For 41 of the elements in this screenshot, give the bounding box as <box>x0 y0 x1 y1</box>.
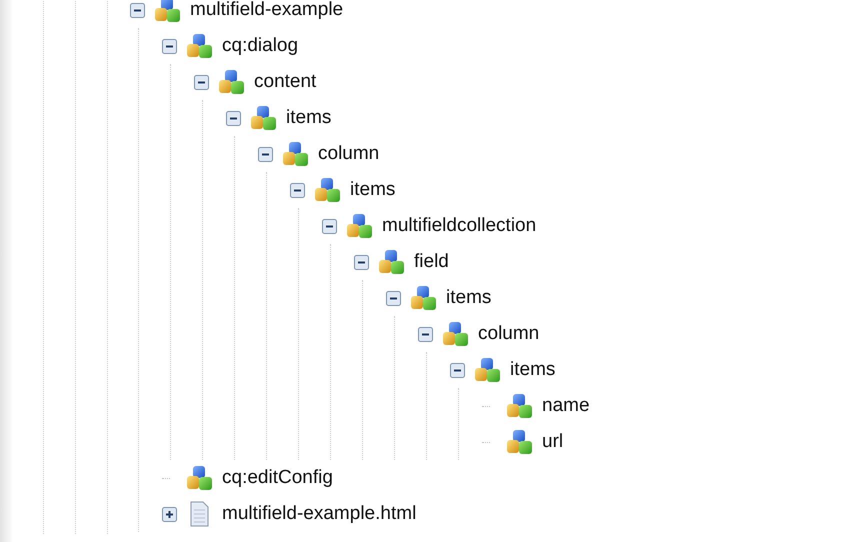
cubes-icon <box>185 33 213 59</box>
expand-toggle[interactable] <box>194 74 209 90</box>
cubes-icon <box>441 321 469 347</box>
tree-item-label[interactable]: multifield-example.html <box>222 503 416 525</box>
tree-item-label[interactable]: items <box>510 359 556 381</box>
cubes-icon <box>281 141 309 167</box>
expand-toggle[interactable] <box>162 506 177 522</box>
expand-toggle[interactable] <box>418 326 433 342</box>
tree-item-label[interactable]: content <box>254 71 316 93</box>
cubes-icon <box>505 429 533 455</box>
expand-toggle[interactable] <box>386 290 401 306</box>
tree-item-label[interactable]: items <box>446 287 492 309</box>
expand-toggle[interactable] <box>130 2 145 18</box>
expand-toggle[interactable] <box>258 146 273 162</box>
expand-toggle[interactable] <box>226 110 241 126</box>
cubes-icon <box>505 393 533 419</box>
tree-item-label[interactable]: items <box>350 179 396 201</box>
cubes-icon <box>345 213 373 239</box>
cubes-icon <box>185 465 213 491</box>
tree-item-label[interactable]: multifieldcollection <box>382 215 536 237</box>
tree-item-label[interactable]: column <box>478 323 540 345</box>
tree-item-label[interactable]: url <box>542 431 564 453</box>
cubes-icon <box>153 0 181 23</box>
tree-item-label[interactable]: cq:editConfig <box>222 467 333 489</box>
tree-item-label[interactable]: field <box>414 251 449 273</box>
tree-item-label[interactable]: multifield-example <box>190 0 344 21</box>
cubes-icon <box>249 105 277 131</box>
cubes-icon <box>409 285 437 311</box>
expand-toggle[interactable] <box>162 38 177 54</box>
cubes-icon <box>473 357 501 383</box>
tree-item-label[interactable]: items <box>286 107 332 129</box>
expand-toggle[interactable] <box>322 218 337 234</box>
expand-toggle[interactable] <box>290 182 305 198</box>
expand-toggle[interactable] <box>450 362 465 378</box>
tree-item-label[interactable]: name <box>542 395 590 417</box>
cubes-icon <box>217 69 245 95</box>
cubes-icon <box>377 249 405 275</box>
tree-item-label[interactable]: cq:dialog <box>222 35 298 57</box>
tree-item-label[interactable]: column <box>318 143 380 165</box>
expand-toggle[interactable] <box>354 254 369 270</box>
cubes-icon <box>313 177 341 203</box>
